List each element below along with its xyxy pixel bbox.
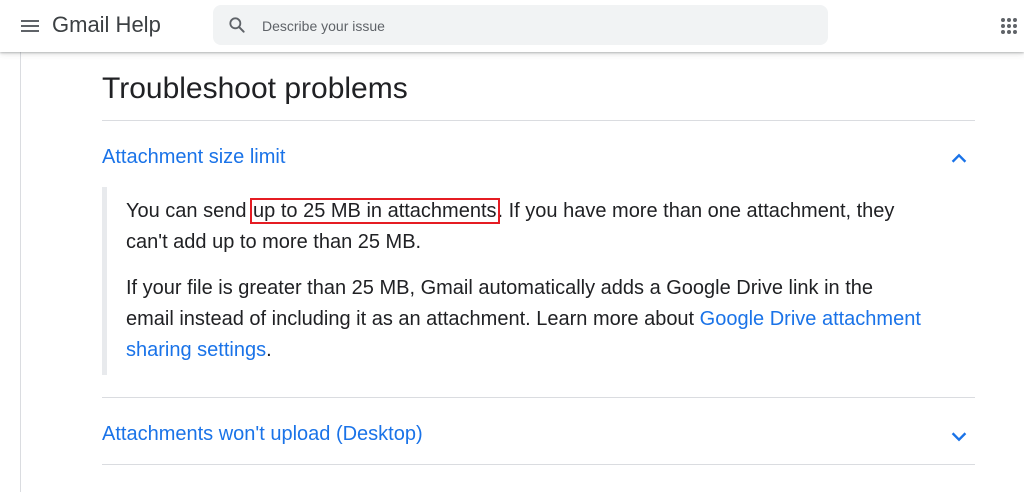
main-menu-button[interactable] (18, 14, 42, 38)
section-divider (102, 397, 975, 398)
accordion-attachments-wont-upload[interactable]: Attachments won't upload (Desktop) (102, 415, 975, 455)
accordion-attachment-size-limit[interactable]: Attachment size limit (102, 138, 975, 178)
chevron-down-icon (951, 432, 967, 442)
menu-icon (21, 20, 39, 32)
search-input[interactable] (260, 5, 814, 47)
apps-grid-icon (1001, 18, 1017, 34)
size-limit-paragraph: You can send up to 25 MB in attachments.… (126, 196, 926, 258)
section-divider (102, 464, 975, 465)
page-title: Troubleshoot problems (102, 72, 408, 105)
search-icon (229, 17, 245, 33)
drive-link-paragraph: If your file is greater than 25 MB, Gmai… (126, 273, 926, 366)
search-bar[interactable] (213, 5, 828, 47)
app-title[interactable]: Gmail Help (52, 12, 161, 38)
top-app-bar: Gmail Help (0, 0, 1024, 52)
text-segment: . (266, 339, 272, 361)
chevron-up-icon (951, 153, 967, 163)
google-apps-button[interactable] (999, 16, 1019, 36)
highlighted-text: up to 25 MB in attachments (250, 198, 500, 224)
accordion-content: You can send up to 25 MB in attachments.… (102, 187, 980, 375)
section-divider (102, 120, 975, 121)
accordion-title: Attachment size limit (102, 146, 286, 168)
left-divider (20, 52, 21, 492)
accordion-title: Attachments won't upload (Desktop) (102, 423, 423, 445)
text-segment: You can send (126, 200, 253, 222)
